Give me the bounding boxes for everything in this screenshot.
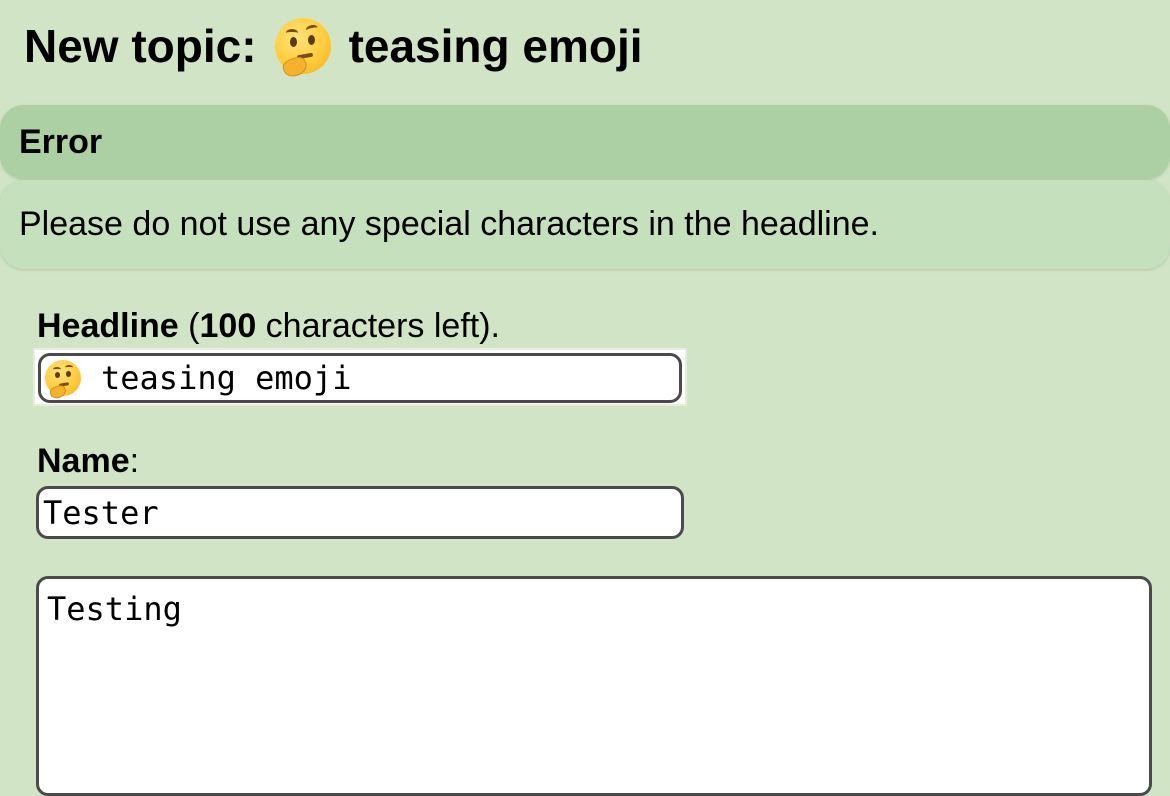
headline-chars-left: 100 (199, 307, 257, 345)
name-label: Name: (37, 441, 139, 481)
thinking-face-icon (274, 18, 331, 80)
headline-field-highlight: teasing emoji (33, 348, 687, 406)
headline-input[interactable]: teasing emoji (38, 353, 682, 403)
name-label-suffix: : (129, 442, 140, 480)
thinking-face-icon (45, 360, 81, 400)
headline-counter-close: characters left). (256, 307, 500, 345)
headline-label: Headline (100 characters left). (37, 306, 500, 346)
page-title: New topic: teasing emoji (24, 14, 643, 80)
message-textarea[interactable]: Testing (36, 576, 1152, 796)
name-input[interactable]: Tester (36, 486, 684, 539)
headline-input-value: teasing emoji (101, 359, 352, 397)
page-title-prefix: New topic: (24, 20, 257, 72)
name-input-value: Tester (43, 493, 159, 532)
headline-label-text: Headline (37, 307, 179, 345)
error-message: Please do not use any special characters… (0, 180, 1170, 269)
error-heading: Error (0, 105, 1170, 179)
name-label-text: Name (37, 442, 130, 480)
message-textarea-value: Testing (47, 590, 182, 628)
page-title-text: teasing emoji (348, 20, 643, 72)
headline-counter-open: ( (178, 307, 200, 345)
